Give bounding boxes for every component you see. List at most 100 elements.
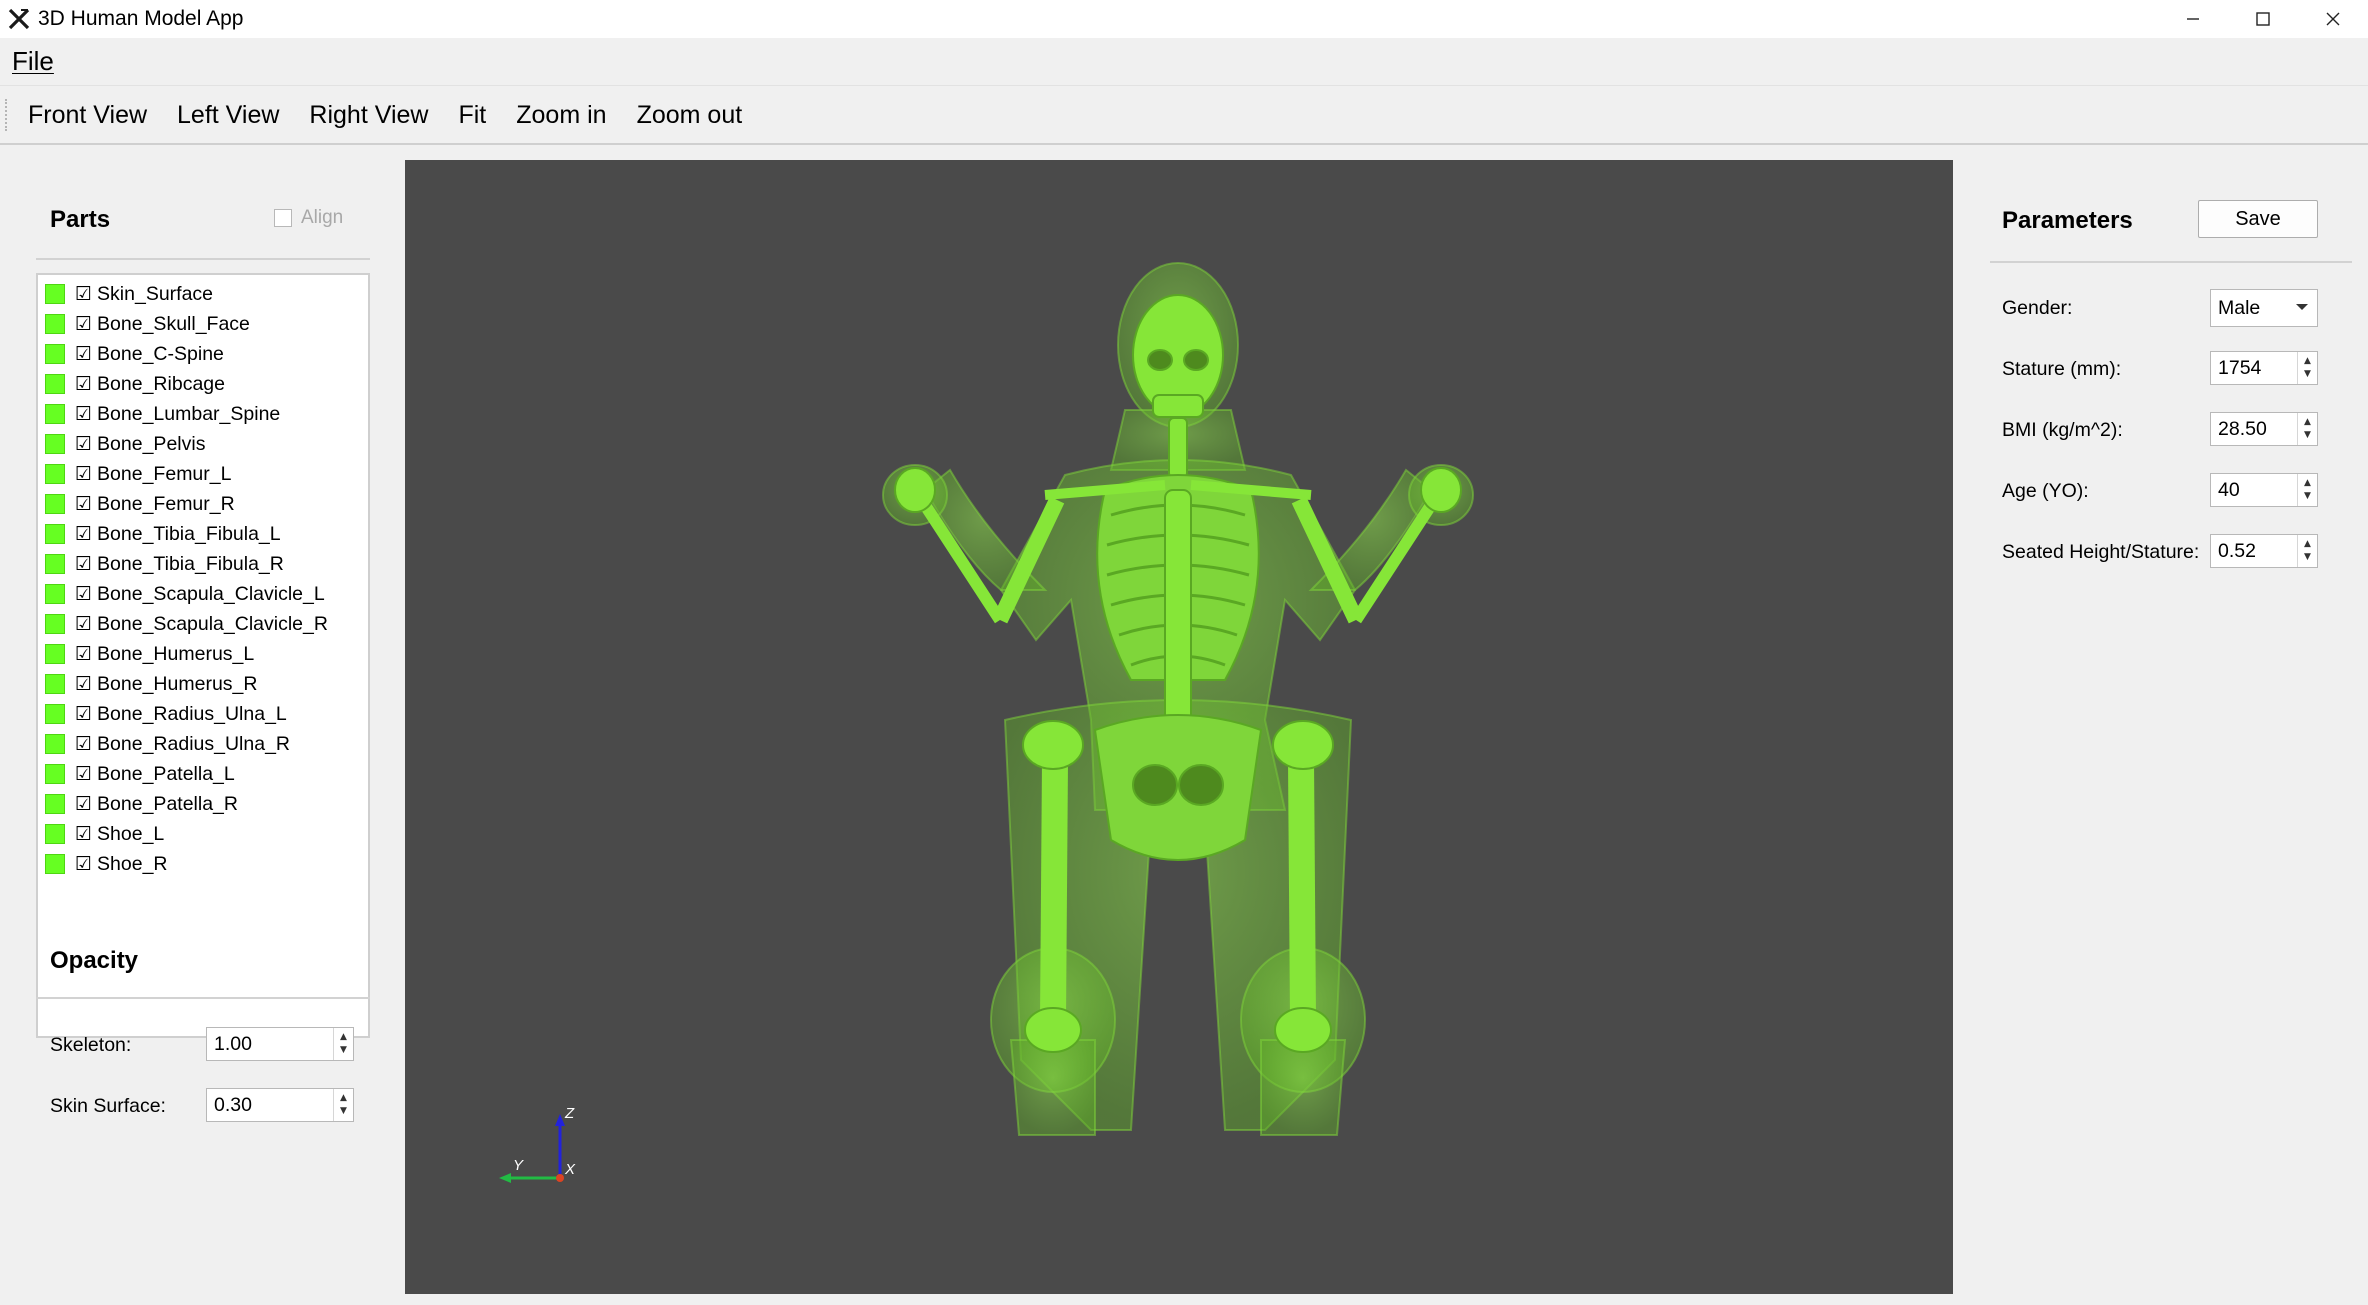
part-checkbox[interactable]: ☑: [75, 463, 92, 485]
parts-list[interactable]: ☑ Skin_Surface ☑ Bone_Skull_Face ☑ Bone_C-Spi…: [36, 273, 370, 1038]
spin-up-icon[interactable]: ▲: [2304, 416, 2311, 429]
list-item[interactable]: ☑ Bone_Femur_R: [38, 489, 368, 519]
part-checkbox[interactable]: ☑: [75, 373, 92, 395]
menu-file[interactable]: File: [12, 46, 54, 77]
spin-up-icon[interactable]: ▲: [2304, 355, 2311, 368]
color-swatch[interactable]: [45, 314, 65, 334]
part-checkbox[interactable]: ☑: [75, 673, 92, 695]
part-checkbox[interactable]: ☑: [75, 313, 92, 335]
color-swatch[interactable]: [45, 674, 65, 694]
seated-height-value[interactable]: 0.52: [2211, 540, 2297, 563]
part-checkbox[interactable]: ☑: [75, 793, 92, 815]
color-swatch[interactable]: [45, 554, 65, 574]
stature-value[interactable]: 1754: [2211, 357, 2297, 380]
part-checkbox[interactable]: ☑: [75, 433, 92, 455]
color-swatch[interactable]: [45, 404, 65, 424]
color-swatch[interactable]: [45, 764, 65, 784]
zoom-out-button[interactable]: Zoom out: [622, 95, 758, 136]
list-item[interactable]: ☑ Bone_Tibia_Fibula_R: [38, 549, 368, 579]
list-item[interactable]: ☑ Shoe_R: [38, 849, 368, 879]
skin-opacity-value[interactable]: 0.30: [207, 1094, 333, 1117]
stature-spinbox[interactable]: 1754 ▲ ▼: [2210, 351, 2318, 385]
save-button[interactable]: Save: [2198, 200, 2318, 238]
part-checkbox[interactable]: ☑: [75, 583, 92, 605]
list-item[interactable]: ☑ Bone_Radius_Ulna_R: [38, 729, 368, 759]
color-swatch[interactable]: [45, 344, 65, 364]
spin-up-icon[interactable]: ▲: [340, 1092, 347, 1105]
color-swatch[interactable]: [45, 284, 65, 304]
spin-down-icon[interactable]: ▼: [340, 1105, 347, 1118]
skeleton-opacity-value[interactable]: 1.00: [207, 1033, 333, 1056]
part-checkbox[interactable]: ☑: [75, 643, 92, 665]
list-item[interactable]: ☑ Bone_Ribcage: [38, 369, 368, 399]
color-swatch[interactable]: [45, 524, 65, 544]
right-view-button[interactable]: Right View: [294, 95, 443, 136]
color-swatch[interactable]: [45, 464, 65, 484]
skin-opacity-spinbox[interactable]: 0.30 ▲ ▼: [206, 1088, 354, 1122]
list-item[interactable]: ☑ Bone_Patella_L: [38, 759, 368, 789]
color-swatch[interactable]: [45, 854, 65, 874]
list-item[interactable]: ☑ Bone_Scapula_Clavicle_L: [38, 579, 368, 609]
age-value[interactable]: 40: [2211, 479, 2297, 502]
gender-value[interactable]: Male: [2218, 297, 2260, 320]
seated-height-spinbox[interactable]: 0.52 ▲ ▼: [2210, 534, 2318, 568]
part-checkbox[interactable]: ☑: [75, 703, 92, 725]
part-checkbox[interactable]: ☑: [75, 553, 92, 575]
part-checkbox[interactable]: ☑: [75, 763, 92, 785]
color-swatch[interactable]: [45, 824, 65, 844]
toolbar-grip[interactable]: [5, 99, 9, 131]
left-view-button[interactable]: Left View: [162, 95, 294, 136]
bmi-arrows[interactable]: ▲ ▼: [2297, 413, 2317, 445]
color-swatch[interactable]: [45, 644, 65, 664]
seated-height-arrows[interactable]: ▲ ▼: [2297, 535, 2317, 567]
gender-select[interactable]: Male: [2210, 289, 2318, 327]
spin-down-icon[interactable]: ▼: [2304, 551, 2311, 564]
list-item[interactable]: ☑ Skin_Surface: [38, 279, 368, 309]
spin-up-icon[interactable]: ▲: [2304, 477, 2311, 490]
part-checkbox[interactable]: ☑: [75, 403, 92, 425]
spin-up-icon[interactable]: ▲: [2304, 538, 2311, 551]
color-swatch[interactable]: [45, 794, 65, 814]
zoom-in-button[interactable]: Zoom in: [501, 95, 621, 136]
list-item[interactable]: ☑ Bone_C-Spine: [38, 339, 368, 369]
spin-down-icon[interactable]: ▼: [340, 1044, 347, 1057]
list-item[interactable]: ☑ Bone_Femur_L: [38, 459, 368, 489]
align-checkbox[interactable]: Align: [274, 207, 343, 229]
bmi-spinbox[interactable]: 28.50 ▲ ▼: [2210, 412, 2318, 446]
list-item[interactable]: ☑ Bone_Radius_Ulna_L: [38, 699, 368, 729]
skeleton-opacity-arrows[interactable]: ▲ ▼: [333, 1028, 353, 1060]
spin-down-icon[interactable]: ▼: [2304, 429, 2311, 442]
color-swatch[interactable]: [45, 704, 65, 724]
3d-viewport[interactable]: Z Y X: [405, 160, 1953, 1294]
list-item[interactable]: ☑ Bone_Tibia_Fibula_L: [38, 519, 368, 549]
part-checkbox[interactable]: ☑: [75, 343, 92, 365]
color-swatch[interactable]: [45, 374, 65, 394]
spin-down-icon[interactable]: ▼: [2304, 490, 2311, 503]
list-item[interactable]: ☑ Shoe_L: [38, 819, 368, 849]
color-swatch[interactable]: [45, 494, 65, 514]
stature-arrows[interactable]: ▲ ▼: [2297, 352, 2317, 384]
list-item[interactable]: ☑ Bone_Humerus_L: [38, 639, 368, 669]
list-item[interactable]: ☑ Bone_Lumbar_Spine: [38, 399, 368, 429]
part-checkbox[interactable]: ☑: [75, 613, 92, 635]
list-item[interactable]: ☑ Bone_Patella_R: [38, 789, 368, 819]
part-checkbox[interactable]: ☑: [75, 523, 92, 545]
part-checkbox[interactable]: ☑: [75, 853, 92, 875]
spin-up-icon[interactable]: ▲: [340, 1031, 347, 1044]
list-item[interactable]: ☑ Bone_Skull_Face: [38, 309, 368, 339]
list-item[interactable]: ☑ Bone_Pelvis: [38, 429, 368, 459]
part-checkbox[interactable]: ☑: [75, 733, 92, 755]
part-checkbox[interactable]: ☑: [75, 283, 92, 305]
minimize-button[interactable]: [2158, 0, 2228, 38]
color-swatch[interactable]: [45, 734, 65, 754]
list-item[interactable]: ☑ Bone_Humerus_R: [38, 669, 368, 699]
list-item[interactable]: ☑ Bone_Scapula_Clavicle_R: [38, 609, 368, 639]
age-spinbox[interactable]: 40 ▲ ▼: [2210, 473, 2318, 507]
age-arrows[interactable]: ▲ ▼: [2297, 474, 2317, 506]
front-view-button[interactable]: Front View: [13, 95, 162, 136]
color-swatch[interactable]: [45, 584, 65, 604]
part-checkbox[interactable]: ☑: [75, 823, 92, 845]
part-checkbox[interactable]: ☑: [75, 493, 92, 515]
chevron-down-icon[interactable]: [2296, 304, 2308, 310]
color-swatch[interactable]: [45, 614, 65, 634]
